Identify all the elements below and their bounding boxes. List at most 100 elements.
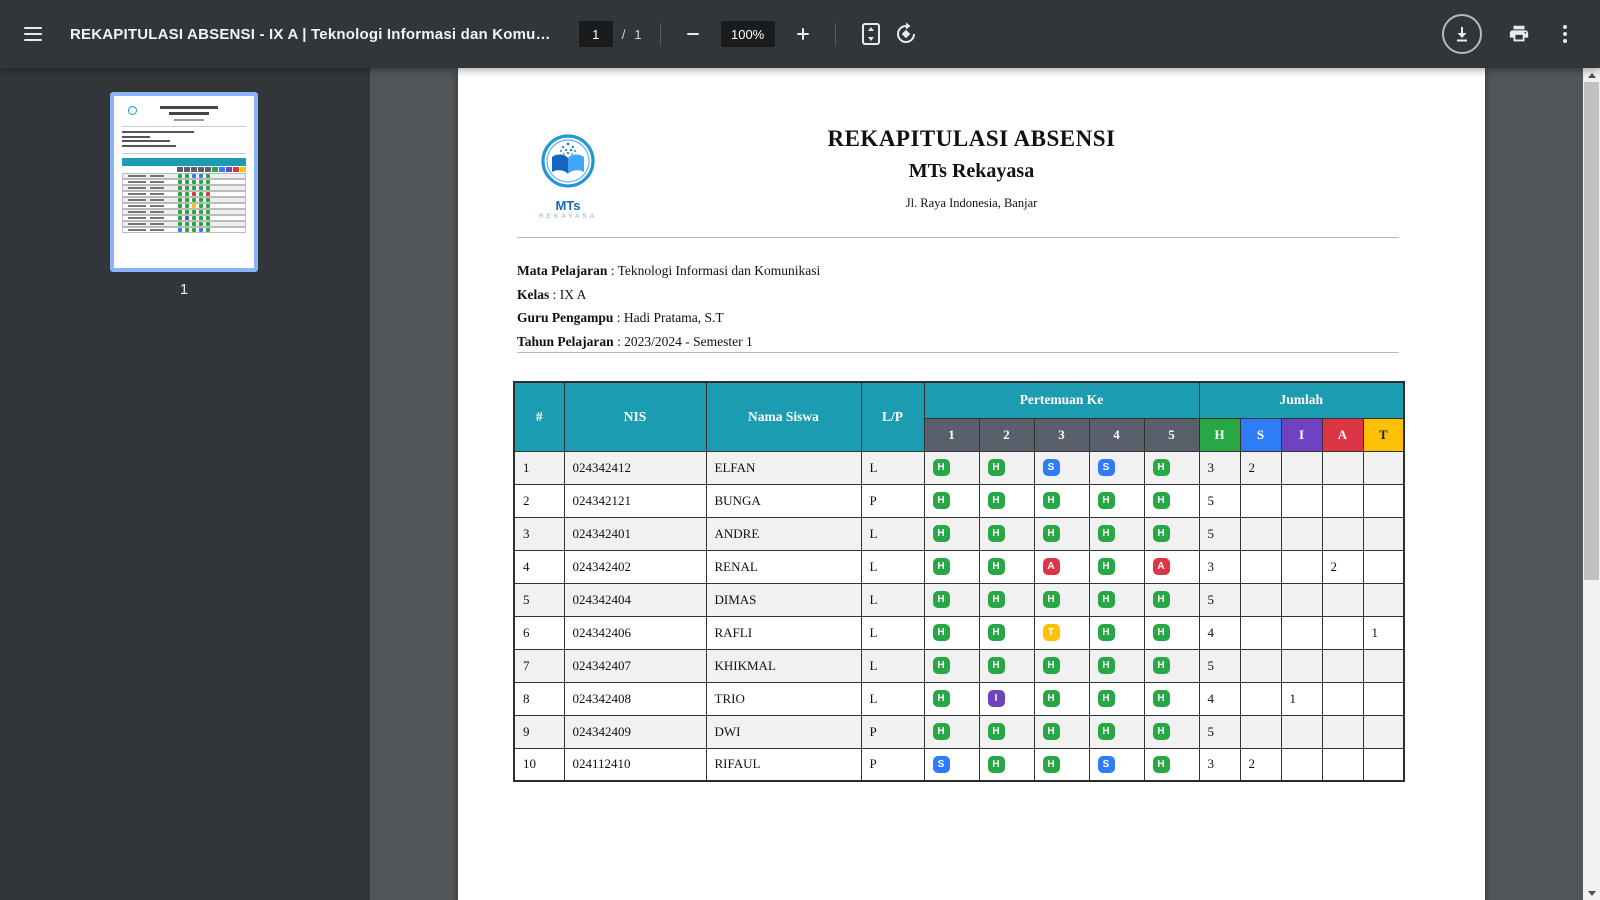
page-controls: / 1 [579, 21, 642, 47]
status-badge-h: H [1153, 525, 1170, 542]
more-vert-icon[interactable] [1550, 18, 1580, 50]
column-header: L/P [861, 382, 924, 451]
total-cell-s [1240, 715, 1281, 748]
meta-line: Mata Pelajaran : Teknologi Informasi dan… [517, 263, 820, 279]
status-badge-h: H [1043, 723, 1060, 740]
document-header: MTs REKAYASA REKAPITULASI ABSENSI MTs Re… [458, 68, 1485, 237]
student-nis: 024112410 [564, 748, 706, 781]
meeting-status-cell: H [924, 451, 979, 484]
status-badge-h: H [1043, 756, 1060, 773]
meeting-status-cell: H [979, 451, 1034, 484]
status-badge-h: H [1043, 657, 1060, 674]
student-nis: 024342401 [564, 517, 706, 550]
total-cell-a [1322, 748, 1363, 781]
scroll-down-icon[interactable] [1583, 886, 1600, 900]
page-total: 1 [634, 27, 641, 42]
total-cell-t [1363, 748, 1404, 781]
total-cell-i [1281, 715, 1322, 748]
meeting-status-cell: H [1089, 682, 1144, 715]
scroll-up-icon[interactable] [1583, 68, 1600, 82]
student-gender: L [861, 517, 924, 550]
student-gender: P [861, 715, 924, 748]
total-cell-h: 5 [1199, 484, 1240, 517]
meeting-status-cell: H [1144, 616, 1199, 649]
status-badge-h: H [988, 492, 1005, 509]
total-cell-t [1363, 715, 1404, 748]
total-cell-s [1240, 550, 1281, 583]
attendance-table: #NISNama SiswaL/PPertemuan KeJumlah12345… [513, 381, 1405, 782]
print-icon[interactable] [1502, 17, 1536, 51]
student-nis: 024342402 [564, 550, 706, 583]
column-header: NIS [564, 382, 706, 451]
total-cell-s [1240, 682, 1281, 715]
meeting-status-cell: A [1144, 550, 1199, 583]
vertical-scrollbar [1583, 68, 1600, 900]
total-header-i: I [1281, 418, 1322, 451]
meeting-status-cell: H [1144, 451, 1199, 484]
download-icon[interactable] [1436, 8, 1488, 60]
zoom-out-icon[interactable] [679, 20, 707, 48]
row-number: 9 [514, 715, 564, 748]
meeting-status-cell: H [979, 649, 1034, 682]
status-badge-h: H [933, 459, 950, 476]
page-thumbnail[interactable] [110, 92, 258, 272]
student-nis: 024342404 [564, 583, 706, 616]
status-badge-h: H [1043, 492, 1060, 509]
meeting-status-cell: H [1089, 550, 1144, 583]
total-cell-i [1281, 649, 1322, 682]
row-number: 3 [514, 517, 564, 550]
total-cell-s [1240, 517, 1281, 550]
total-cell-i [1281, 748, 1322, 781]
row-number: 2 [514, 484, 564, 517]
row-number: 8 [514, 682, 564, 715]
meeting-status-cell: A [1034, 550, 1089, 583]
meta-line: Guru Pengampu : Hadi Pratama, S.T [517, 310, 820, 326]
meeting-status-cell: H [1144, 748, 1199, 781]
meeting-status-cell: H [979, 616, 1034, 649]
total-cell-h: 4 [1199, 682, 1240, 715]
meeting-status-cell: H [1144, 649, 1199, 682]
row-number: 6 [514, 616, 564, 649]
fit-page-icon[interactable] [854, 16, 888, 52]
student-name: TRIO [706, 682, 861, 715]
scrollbar-thumb[interactable] [1584, 82, 1599, 580]
meeting-number-header: 1 [924, 418, 979, 451]
menu-icon[interactable] [18, 17, 48, 51]
meeting-status-cell: H [979, 748, 1034, 781]
logo-text-rekayasa: REKAYASA [530, 213, 606, 220]
status-badge-h: H [1153, 591, 1170, 608]
total-cell-a [1322, 583, 1363, 616]
meeting-status-cell: H [1034, 583, 1089, 616]
total-cell-t [1363, 550, 1404, 583]
status-badge-h: H [1043, 690, 1060, 707]
meeting-status-cell: I [979, 682, 1034, 715]
status-badge-h: H [1153, 624, 1170, 641]
table-row: 4024342402RENALLHHAHA32 [514, 550, 1404, 583]
meeting-status-cell: H [979, 715, 1034, 748]
table-row: 10024112410RIFAULPSHHSH32 [514, 748, 1404, 781]
student-name: DWI [706, 715, 861, 748]
student-nis: 024342412 [564, 451, 706, 484]
meeting-status-cell: H [1144, 715, 1199, 748]
status-badge-t: T [1043, 624, 1060, 641]
meeting-status-cell: H [1089, 517, 1144, 550]
meeting-status-cell: H [1034, 682, 1089, 715]
total-cell-a: 2 [1322, 550, 1363, 583]
status-badge-h: H [1153, 459, 1170, 476]
school-logo: MTs REKAYASA [530, 132, 606, 220]
student-nis: 024342408 [564, 682, 706, 715]
total-header-s: S [1240, 418, 1281, 451]
total-cell-t: 1 [1363, 616, 1404, 649]
page-number-input[interactable] [579, 21, 613, 47]
zoom-in-icon[interactable] [789, 20, 817, 48]
table-row: 3024342401ANDRELHHHHH5 [514, 517, 1404, 550]
student-gender: L [861, 616, 924, 649]
status-badge-h: H [1098, 723, 1115, 740]
status-badge-h: H [1043, 525, 1060, 542]
total-cell-t [1363, 451, 1404, 484]
meeting-status-cell: H [1034, 484, 1089, 517]
rotate-icon[interactable] [888, 16, 924, 52]
total-cell-i [1281, 517, 1322, 550]
total-cell-a [1322, 616, 1363, 649]
total-cell-t [1363, 517, 1404, 550]
